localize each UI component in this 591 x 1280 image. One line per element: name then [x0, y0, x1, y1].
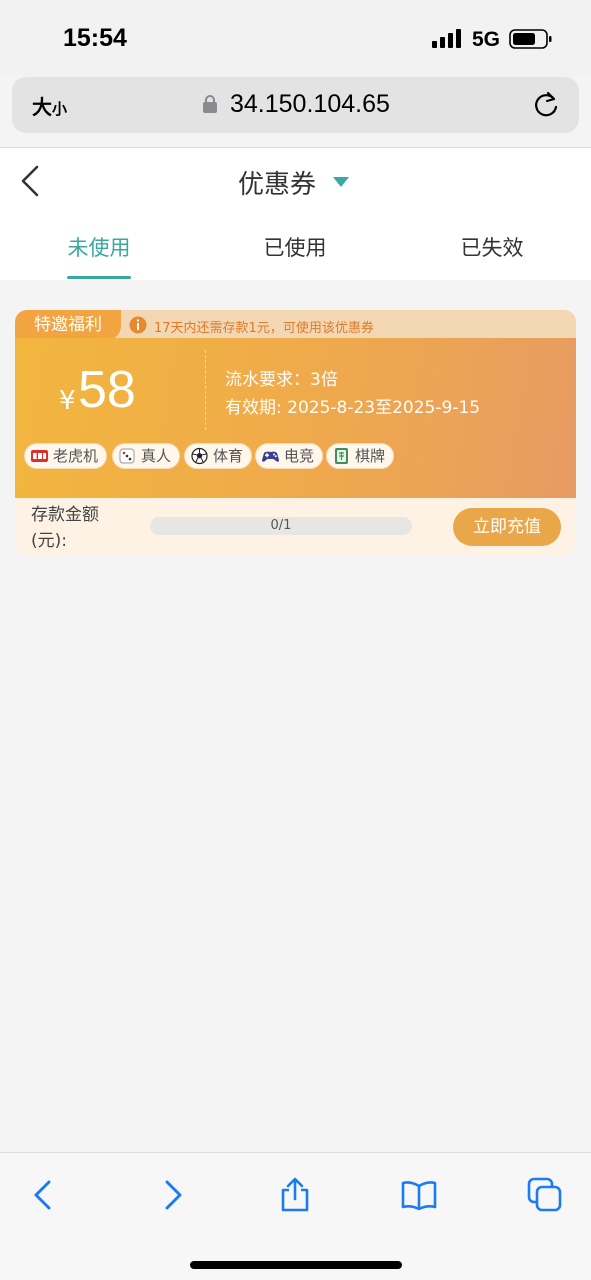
page-header: 优惠券 未使用 已使用 已失效	[0, 148, 591, 280]
active-tab-indicator	[67, 276, 131, 279]
coupon-tag: 特邀福利	[15, 310, 121, 340]
game-tag-label: 棋牌	[355, 447, 386, 465]
deposit-progress-bar: 0/1	[150, 517, 412, 535]
game-tag-live: 真人	[112, 443, 181, 469]
coupon-card: 特邀福利 17天内还需存款1元，可使用该优惠券 ¥ 58 流水要求：3倍 有效期…	[15, 310, 576, 555]
coupon-notice: 17天内还需存款1元，可使用该优惠券	[154, 321, 374, 336]
deposit-amount-label: 存款金额(元):	[31, 505, 99, 551]
info-icon	[129, 316, 147, 334]
turnover-requirement: 流水要求：3倍	[225, 370, 338, 390]
game-tag-slots: 7 老虎机	[24, 443, 108, 469]
game-tag-sports: 体育	[184, 443, 253, 469]
browser-toolbar	[0, 1152, 591, 1280]
gamepad-icon	[262, 451, 279, 462]
slot-machine-icon: 7	[31, 450, 48, 462]
game-tag-label: 老虎机	[53, 447, 99, 465]
forward-icon[interactable]	[154, 1177, 190, 1213]
back-arrow-icon[interactable]	[18, 164, 42, 198]
tab-used[interactable]: 已使用	[230, 232, 360, 262]
home-indicator	[190, 1261, 402, 1269]
bookmarks-icon[interactable]	[401, 1177, 437, 1213]
network-type: 5G	[472, 28, 501, 51]
battery-icon	[509, 29, 552, 49]
cellular-signal-icon	[432, 29, 461, 48]
game-tag-label: 真人	[141, 447, 172, 465]
coupon-body: ¥ 58 流水要求：3倍 有效期: 2025-8-23至2025-9-15 7 …	[15, 338, 576, 498]
tab-expired[interactable]: 已失效	[427, 232, 557, 262]
svg-text:7: 7	[35, 454, 38, 460]
reload-icon[interactable]	[532, 90, 560, 120]
recharge-now-button[interactable]: 立即充值	[453, 508, 561, 546]
page-title[interactable]: 优惠券	[238, 164, 316, 201]
currency-symbol: ¥	[59, 386, 76, 416]
game-tag-label: 体育	[213, 447, 244, 465]
coupon-amount: 58	[78, 361, 136, 419]
text-size-small-label: 小	[52, 100, 68, 118]
lock-icon	[203, 95, 217, 113]
back-icon[interactable]	[26, 1177, 62, 1213]
mahjong-tile-icon	[335, 448, 348, 464]
text-size-large-label: 大	[32, 95, 52, 119]
game-tag-label: 电竞	[284, 447, 315, 465]
text-size-button[interactable]: 大小	[32, 91, 67, 120]
soccer-ball-icon	[191, 447, 208, 465]
address-bar[interactable]: 大小 34.150.104.65	[12, 77, 579, 133]
progress-text: 0/1	[270, 518, 292, 533]
game-tag-esports: 电竞	[255, 443, 324, 469]
dashed-divider	[205, 350, 206, 430]
status-bar: 15:54 5G	[0, 0, 591, 76]
caret-down-icon[interactable]	[332, 176, 350, 188]
url-text[interactable]: 34.150.104.65	[230, 90, 390, 119]
share-icon[interactable]	[277, 1177, 313, 1213]
dice-icon	[119, 448, 135, 464]
status-time: 15:54	[63, 24, 127, 52]
validity-period: 有效期: 2025-8-23至2025-9-15	[225, 398, 481, 418]
game-tag-chess-cards: 棋牌	[326, 443, 395, 469]
tabs-icon[interactable]	[527, 1177, 563, 1213]
tab-unused[interactable]: 未使用	[34, 232, 164, 262]
